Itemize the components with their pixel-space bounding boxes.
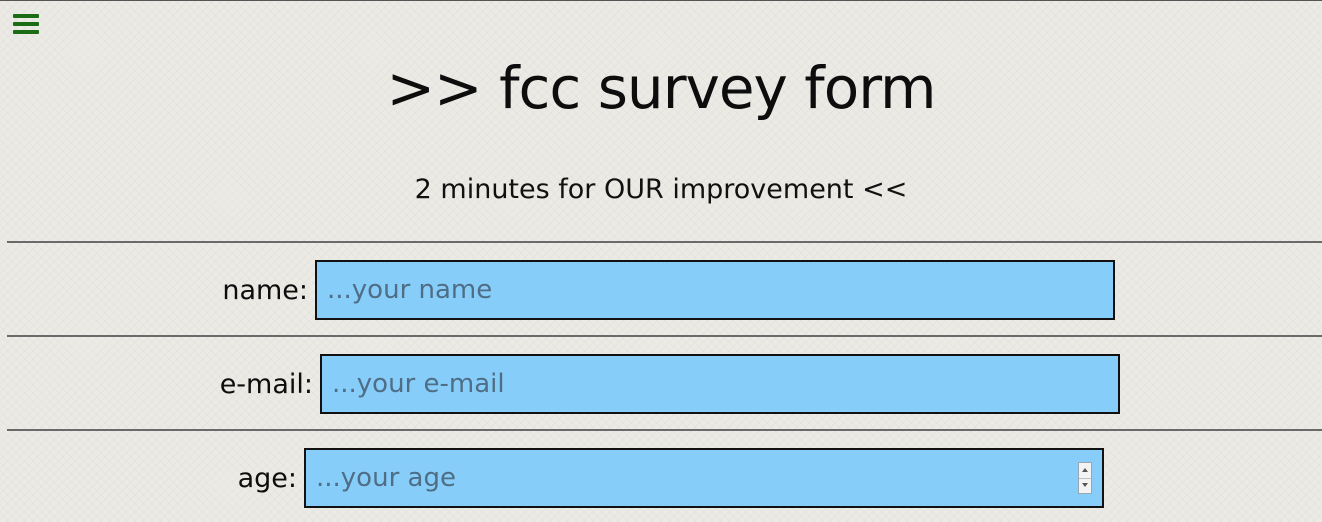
menu-bar-bottom <box>13 30 39 34</box>
name-label: name: <box>222 275 308 306</box>
menu-bar-top <box>13 14 39 18</box>
email-label: e-mail: <box>219 369 313 400</box>
menu-bar-middle <box>13 22 39 26</box>
email-input[interactable] <box>320 354 1120 414</box>
page-subtitle: 2 minutes for OUR improvement << <box>414 174 908 205</box>
divider-top <box>7 241 1322 243</box>
divider-email-age <box>7 429 1322 431</box>
age-label: age: <box>237 463 297 494</box>
divider-name-email <box>7 335 1322 337</box>
page-title: >> fcc survey form <box>386 54 936 122</box>
age-increment-icon[interactable] <box>1079 463 1091 479</box>
age-decrement-icon[interactable] <box>1079 478 1091 493</box>
age-input[interactable] <box>304 448 1104 508</box>
name-input[interactable] <box>315 260 1115 320</box>
hamburger-menu-icon[interactable] <box>13 13 39 35</box>
age-stepper <box>1078 462 1092 494</box>
